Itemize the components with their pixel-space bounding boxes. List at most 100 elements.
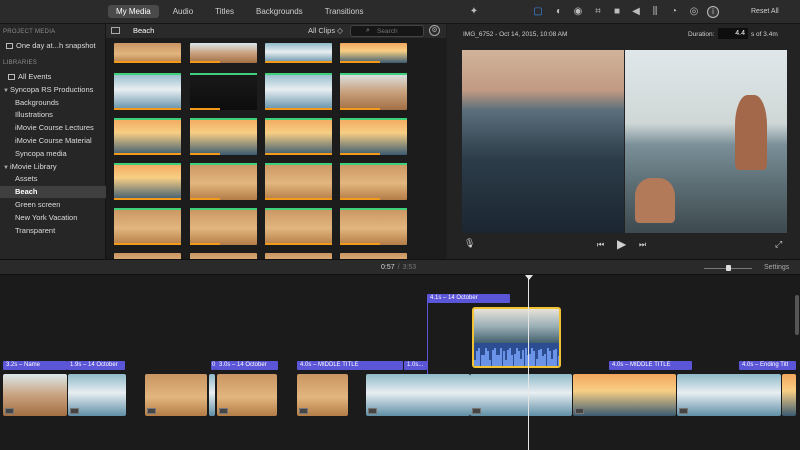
sidebar-item-transparent[interactable]: Transparent bbox=[0, 225, 106, 237]
clip-thumbnail[interactable] bbox=[265, 43, 332, 63]
storyline-clip[interactable] bbox=[209, 374, 215, 416]
disclosure-triangle-icon[interactable]: ▼ bbox=[3, 85, 10, 97]
settings-button[interactable]: Settings bbox=[764, 264, 789, 271]
transition-icon[interactable] bbox=[368, 408, 377, 414]
clip-thumbnail[interactable] bbox=[340, 163, 407, 200]
tab-transitions[interactable]: Transitions bbox=[317, 5, 372, 18]
clip-thumbnail[interactable] bbox=[114, 43, 181, 63]
clip-thumbnail[interactable] bbox=[340, 43, 407, 63]
camera-icon[interactable]: ■ bbox=[611, 6, 623, 18]
storyline-clip[interactable] bbox=[3, 374, 67, 416]
sidebar-item-backgrounds[interactable]: Backgrounds bbox=[0, 97, 106, 109]
fullscreen-icon[interactable]: ⤢ bbox=[775, 239, 782, 250]
clip-thumbnail[interactable] bbox=[265, 163, 332, 200]
broll-title-bar[interactable]: 4.1s – 14 October bbox=[427, 294, 510, 303]
clips-filter-select[interactable]: All Clips ◇ bbox=[308, 26, 343, 35]
tab-audio[interactable]: Audio bbox=[165, 5, 201, 18]
zoom-slider-knob[interactable] bbox=[726, 265, 731, 271]
color-correction-icon[interactable]: ◐ bbox=[553, 6, 565, 18]
storyline-clip[interactable] bbox=[366, 374, 470, 416]
title-bar[interactable]: 4.0s – MIDDLE TITLE bbox=[297, 361, 403, 370]
color-balance-icon[interactable]: ▢ bbox=[532, 6, 544, 18]
sidebar-item-beach[interactable]: Beach bbox=[0, 186, 106, 199]
clip-thumbnail[interactable] bbox=[114, 208, 181, 245]
skip-forward-icon[interactable]: ⏭ bbox=[639, 240, 646, 250]
sidebar-item-imovie-course-material[interactable]: iMovie Course Material bbox=[0, 135, 106, 147]
storyline-clip[interactable] bbox=[573, 374, 676, 416]
transition-icon[interactable] bbox=[472, 408, 481, 414]
storyline-clip[interactable] bbox=[782, 374, 796, 416]
clip-thumbnail[interactable] bbox=[190, 208, 257, 245]
crop-icon[interactable]: ⌗ bbox=[592, 6, 604, 18]
clip-thumbnail[interactable] bbox=[114, 163, 181, 200]
sidebar-item-imovie-course-lectures[interactable]: iMovie Course Lectures bbox=[0, 122, 106, 134]
sidebar-item-illustrations[interactable]: Illustrations bbox=[0, 109, 106, 121]
transition-icon[interactable] bbox=[70, 408, 79, 414]
storyline-clip[interactable] bbox=[145, 374, 207, 416]
clip-thumbnail[interactable] bbox=[340, 73, 407, 110]
sidebar-item-syncopa-rs-productions[interactable]: ▼Syncopa RS Productions bbox=[0, 84, 106, 96]
sidebar-item-syncopa-media[interactable]: Syncopa media bbox=[0, 148, 106, 160]
title-bar[interactable]: 3.2s – Name bbox=[3, 361, 67, 370]
sidebar-item-imovie-library[interactable]: ▼iMovie Library bbox=[0, 161, 106, 173]
magic-wand-icon[interactable]: ✦ bbox=[468, 6, 480, 18]
clip-thumbnail[interactable] bbox=[340, 118, 407, 155]
play-icon[interactable]: ▶ bbox=[617, 237, 626, 251]
clip-thumbnail[interactable] bbox=[265, 208, 332, 245]
tab-titles[interactable]: Titles bbox=[207, 5, 242, 18]
gear-icon[interactable]: ⚙ bbox=[429, 25, 440, 36]
title-bar[interactable]: 4.0s – Ending Titl bbox=[739, 361, 796, 370]
video-preview[interactable] bbox=[462, 50, 787, 233]
equalizer-icon[interactable]: ⫼ bbox=[649, 6, 661, 18]
storyline-clip[interactable] bbox=[677, 374, 781, 416]
search-input[interactable] bbox=[377, 27, 423, 36]
title-bar[interactable]: 3.0s – 14 October bbox=[216, 361, 278, 370]
title-bar[interactable]: 4.0s – MIDDLE TITLE bbox=[609, 361, 692, 370]
playhead[interactable] bbox=[528, 275, 529, 450]
title-bar[interactable]: 1.9s – 14 October bbox=[67, 361, 125, 370]
clip-thumbnail[interactable] bbox=[190, 43, 257, 63]
tab-backgrounds[interactable]: Backgrounds bbox=[248, 5, 311, 18]
timeline-scrollbar[interactable] bbox=[795, 295, 799, 335]
sidebar-item-green-screen[interactable]: Green screen bbox=[0, 199, 106, 211]
clip-thumbnail[interactable] bbox=[190, 163, 257, 200]
info-icon[interactable]: i bbox=[707, 6, 719, 18]
transition-icon[interactable] bbox=[679, 408, 688, 414]
volume-icon[interactable]: ◀ bbox=[630, 6, 642, 18]
reset-all-button[interactable]: Reset All bbox=[751, 8, 779, 15]
project-media-item[interactable]: One day at...h snapshot bbox=[0, 40, 106, 52]
storyline-clip[interactable] bbox=[68, 374, 126, 416]
tab-my-media[interactable]: My Media bbox=[108, 5, 159, 18]
transition-icon[interactable] bbox=[575, 408, 584, 414]
clip-thumbnail[interactable] bbox=[340, 208, 407, 245]
clip-thumbnail[interactable] bbox=[265, 73, 332, 110]
transition-icon[interactable] bbox=[5, 408, 14, 414]
timecode: 0:57/3:53 bbox=[381, 264, 416, 271]
search-box[interactable]: ⌕ bbox=[350, 25, 424, 37]
clip-thumbnail[interactable] bbox=[190, 73, 257, 110]
cutaway-clip[interactable] bbox=[472, 307, 561, 368]
microphone-icon[interactable]: 🎙 bbox=[464, 238, 475, 249]
skip-back-icon[interactable]: ⏮ bbox=[597, 240, 604, 250]
sidebar-item-all-events[interactable]: All Events bbox=[0, 71, 106, 83]
transition-icon[interactable] bbox=[147, 408, 156, 414]
storyline-clip[interactable] bbox=[470, 374, 572, 416]
storyline-clip[interactable] bbox=[297, 374, 348, 416]
transition-icon[interactable] bbox=[219, 408, 228, 414]
clip-thumbnail[interactable] bbox=[265, 118, 332, 155]
filter-icon[interactable]: ◉ bbox=[572, 6, 584, 18]
transition-icon[interactable] bbox=[299, 408, 308, 414]
clip-thumbnail[interactable] bbox=[114, 73, 181, 110]
speed-icon[interactable]: ◔ bbox=[668, 6, 680, 18]
library-list-toggle-icon[interactable] bbox=[111, 27, 120, 34]
noise-reduction-icon[interactable]: ◎ bbox=[688, 6, 700, 18]
duration-field[interactable]: 4.4 bbox=[718, 28, 748, 39]
clip-thumbnail[interactable] bbox=[190, 118, 257, 155]
clip-thumbnail[interactable] bbox=[114, 118, 181, 155]
sidebar-item-new-york-vacation[interactable]: New York Vacation bbox=[0, 212, 106, 224]
playhead-handle[interactable] bbox=[525, 275, 533, 280]
storyline-clip[interactable] bbox=[217, 374, 277, 416]
disclosure-triangle-icon[interactable]: ▼ bbox=[3, 162, 10, 174]
title-bar[interactable]: 1.0s... bbox=[404, 361, 427, 370]
sidebar-item-assets[interactable]: Assets bbox=[0, 173, 106, 185]
